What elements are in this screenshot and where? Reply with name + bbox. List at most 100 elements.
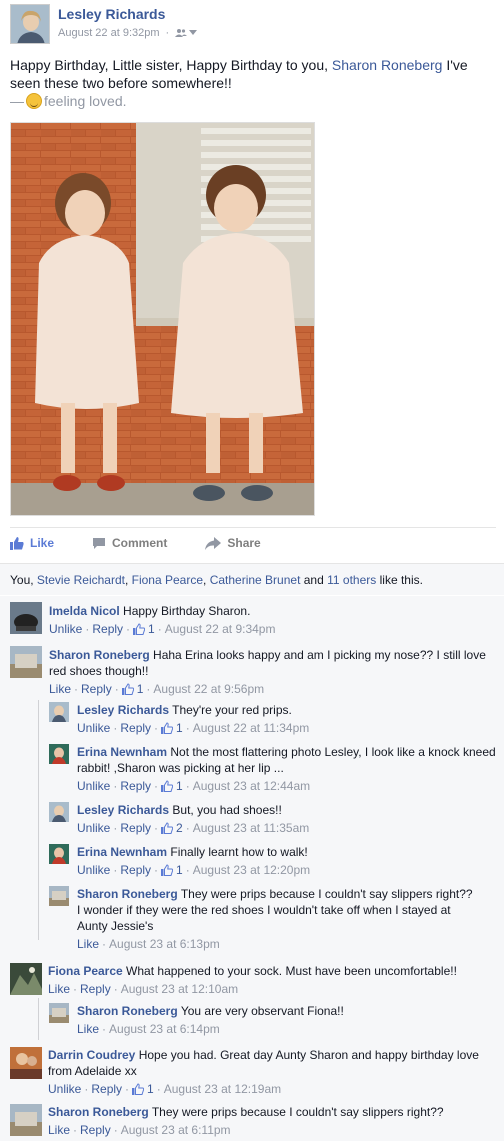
comment-reply-link[interactable]: Reply (120, 720, 151, 736)
comment-meta: Unlike · Reply · 1 · August 22 at 11:34pm (77, 720, 310, 736)
post-author-name[interactable]: Lesley Richards (58, 6, 165, 22)
comment-reply-link[interactable]: Reply (120, 778, 151, 794)
comment-timestamp[interactable]: August 23 at 12:10am (121, 981, 238, 997)
comment-timestamp[interactable]: August 22 at 11:34pm (193, 720, 310, 736)
feeling-text[interactable]: feeling loved. (44, 93, 127, 109)
comment-like-count[interactable]: 1 (176, 862, 183, 878)
commenter-avatar[interactable] (49, 802, 69, 822)
comment-like-count[interactable]: 1 (147, 1081, 154, 1097)
comment-meta: Unlike · Reply · 1 · August 23 at 12:44am (77, 778, 311, 794)
commenter-name[interactable]: Erina Newnham (77, 745, 167, 759)
commenter-avatar[interactable] (49, 886, 69, 906)
comment-like-link[interactable]: Unlike (48, 1081, 81, 1097)
comment-like-link[interactable]: Like (48, 1122, 70, 1138)
liker-link[interactable]: Catherine Brunet (210, 573, 301, 587)
comment-like-count[interactable]: 1 (176, 720, 183, 736)
comment-like-count[interactable]: 1 (137, 681, 144, 697)
comment-reply-link[interactable]: Reply (80, 981, 111, 997)
friends-icon (175, 29, 188, 37)
commenter-avatar[interactable] (10, 1047, 42, 1079)
comment-timestamp[interactable]: August 23 at 12:20pm (193, 862, 310, 878)
comment-timestamp[interactable]: August 23 at 12:44am (193, 778, 310, 794)
likes-you: You (10, 573, 31, 587)
comment-like-link[interactable]: Unlike (77, 778, 110, 794)
comment-like-link[interactable]: Like (48, 981, 70, 997)
post-photo[interactable] (10, 122, 315, 516)
author-avatar[interactable] (10, 4, 50, 44)
commenter-avatar[interactable] (10, 963, 42, 995)
commenter-name[interactable]: Lesley Richards (77, 803, 169, 817)
commenter-avatar[interactable] (49, 844, 69, 864)
comment-meta: Unlike · Reply · 1 · August 23 at 12:19am (48, 1081, 282, 1097)
share-arrow-icon (205, 536, 222, 550)
comment-meta: Like · August 23 at 6:14pm (77, 1021, 220, 1037)
comment-icon (93, 537, 106, 549)
comment-reply-link[interactable]: Reply (81, 681, 112, 697)
thumbs-up-icon (161, 822, 174, 834)
comment-like-count[interactable]: 2 (176, 820, 183, 836)
post-timestamp[interactable]: August 22 at 9:32pm (58, 27, 160, 39)
comment-meta: Unlike · Reply · 2 · August 23 at 11:35am (77, 820, 310, 836)
likes-and: and (300, 573, 328, 587)
comment-like-link[interactable]: Unlike (77, 820, 110, 836)
comment-button[interactable]: Comment (92, 536, 167, 550)
comment-timestamp[interactable]: August 22 at 9:34pm (165, 621, 276, 637)
commenter-avatar[interactable] (10, 602, 42, 634)
liker-link[interactable]: Stevie Reichardt (37, 573, 125, 587)
commenter-name[interactable]: Erina Newnham (77, 845, 167, 859)
comment-timestamp[interactable]: August 23 at 6:13pm (109, 936, 220, 952)
comment-timestamp[interactable]: August 23 at 6:14pm (109, 1021, 220, 1037)
commenter-name[interactable]: Sharon Roneberg (77, 1004, 178, 1018)
comment-meta: Like · Reply · August 23 at 12:10am (48, 981, 239, 997)
likes-separator: , (30, 573, 37, 587)
comment-timestamp[interactable]: August 23 at 6:11pm (121, 1122, 231, 1138)
comment-timestamp[interactable]: August 23 at 11:35am (193, 820, 310, 836)
comment-body: Sharon Roneberg They were prips because … (77, 886, 477, 952)
comment-reply-link[interactable]: Reply (120, 820, 151, 836)
commenter-name[interactable]: Darrin Coudrey (48, 1048, 135, 1062)
commenter-name[interactable]: Sharon Roneberg (49, 648, 150, 662)
commenter-name[interactable]: Sharon Roneberg (48, 1105, 149, 1119)
audience-selector[interactable] (175, 28, 198, 38)
comment-like-link[interactable]: Unlike (77, 720, 110, 736)
likes-text: You, Stevie Reichardt, Fiona Pearce, Cat… (10, 573, 423, 587)
comment-meta: Like · Reply · 1 · August 22 at 9:56pm (49, 681, 265, 697)
comment-like-link[interactable]: Like (77, 1021, 99, 1037)
comment-body: Fiona Pearce What happened to your sock.… (48, 963, 498, 997)
comment-timestamp[interactable]: August 22 at 9:56pm (153, 681, 264, 697)
post-actions: Like Comment Share (10, 536, 299, 550)
commenter-avatar[interactable] (49, 744, 69, 764)
commenter-avatar[interactable] (49, 1003, 69, 1023)
likes-summary: You, Stevie Reichardt, Fiona Pearce, Cat… (0, 563, 504, 595)
comment-reply-link[interactable]: Reply (92, 621, 123, 637)
comment-reply-link[interactable]: Reply (120, 862, 151, 878)
comment-like-count[interactable]: 1 (148, 621, 155, 637)
tagged-user-link[interactable]: Sharon Roneberg (332, 57, 443, 73)
comment-reply-link[interactable]: Reply (91, 1081, 122, 1097)
likes-separator: , (203, 573, 210, 587)
commenter-avatar[interactable] (10, 646, 42, 678)
reply-thread-line (38, 700, 39, 940)
liker-link[interactable]: Fiona Pearce (132, 573, 203, 587)
smile-emoji-icon (26, 93, 42, 109)
comment-like-link[interactable]: Unlike (49, 621, 82, 637)
feeling-line: — feeling loved. (10, 93, 127, 109)
others-likes-link[interactable]: 11 others (327, 573, 376, 587)
comment-like-count[interactable]: 1 (176, 778, 183, 794)
comment-like-link[interactable]: Like (77, 936, 99, 952)
like-button-label: Like (30, 536, 55, 550)
comment-timestamp[interactable]: August 23 at 12:19am (164, 1081, 281, 1097)
share-button[interactable]: Share (205, 536, 261, 550)
comment-body: Sharon Roneberg Haha Erina looks happy a… (49, 647, 499, 697)
commenter-name[interactable]: Fiona Pearce (48, 964, 123, 978)
comment-body: Lesley Richards They're your red prips. … (77, 702, 497, 736)
comment-like-link[interactable]: Unlike (77, 862, 110, 878)
like-button[interactable]: Like (10, 536, 54, 550)
commenter-name[interactable]: Imelda Nicol (49, 604, 120, 618)
comment-like-link[interactable]: Like (49, 681, 71, 697)
commenter-avatar[interactable] (49, 702, 69, 722)
commenter-name[interactable]: Sharon Roneberg (77, 887, 178, 901)
commenter-avatar[interactable] (10, 1104, 42, 1136)
commenter-name[interactable]: Lesley Richards (77, 703, 169, 717)
comment-reply-link[interactable]: Reply (80, 1122, 111, 1138)
